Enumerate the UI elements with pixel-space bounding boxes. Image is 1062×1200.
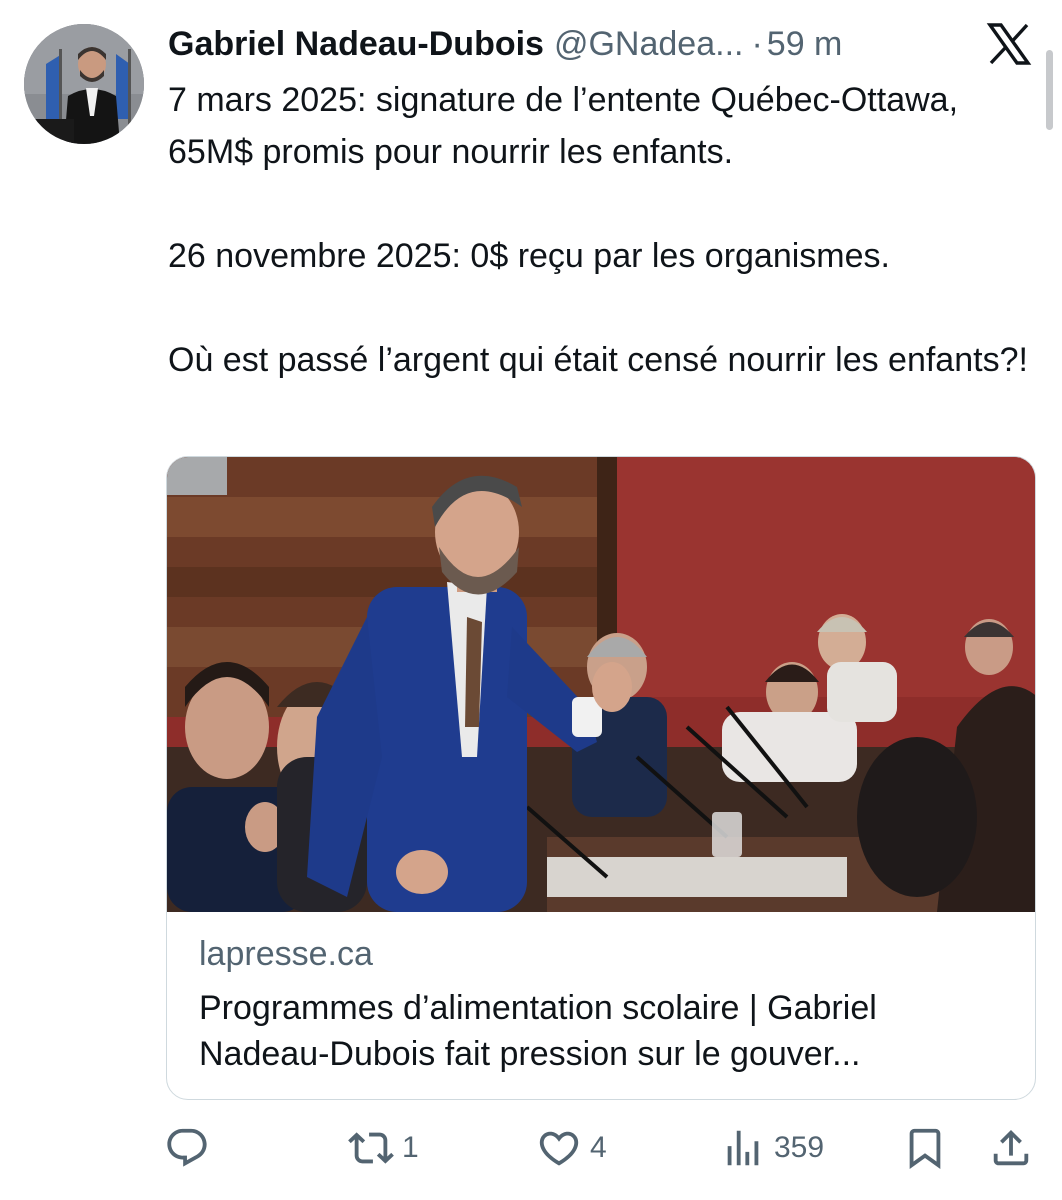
tweet-text: 7 mars 2025: signature de l’entente Québ…: [168, 74, 1038, 386]
like-count: 4: [590, 1131, 607, 1164]
tweet-paragraph: 26 novembre 2025: 0$ reçu par les organi…: [168, 237, 890, 275]
retweet-count: 1: [402, 1131, 419, 1164]
share-button[interactable]: [988, 1118, 1034, 1178]
retweet-button[interactable]: 1: [348, 1118, 419, 1178]
heart-icon: [539, 1131, 579, 1166]
link-preview-card[interactable]: lapresse.ca Programmes d’alimentation sc…: [166, 456, 1036, 1100]
action-bar: 1 4 359: [0, 1118, 1062, 1178]
card-title: Programmes d’alimentation scolaire | Gab…: [199, 989, 877, 1073]
tweet-timestamp[interactable]: 59 m: [767, 25, 843, 64]
card-image[interactable]: [167, 457, 1035, 912]
x-logo-icon: [985, 20, 1033, 68]
scrollbar[interactable]: [1046, 50, 1053, 130]
like-button[interactable]: 4: [536, 1118, 607, 1178]
author-name[interactable]: Gabriel Nadeau-Dubois: [168, 25, 544, 64]
views-button[interactable]: 359: [720, 1118, 824, 1178]
retweet-icon: [348, 1132, 394, 1164]
card-domain: lapresse.ca: [199, 935, 373, 973]
author-avatar[interactable]: [24, 24, 144, 144]
tweet-paragraph: Où est passé l’argent qui était censé no…: [168, 341, 1028, 379]
author-handle[interactable]: @GNadea...: [554, 25, 744, 64]
share-icon: [993, 1129, 1029, 1166]
header-separator: ·: [751, 24, 763, 63]
reply-button[interactable]: [164, 1118, 210, 1178]
views-count: 359: [774, 1131, 825, 1164]
tweet-header: Gabriel Nadeau-Dubois @GNadea... · 59 m: [168, 22, 842, 66]
tweet-paragraph: 7 mars 2025: signature de l’entente Québ…: [168, 81, 959, 171]
bookmark-button[interactable]: [902, 1118, 948, 1178]
reply-icon: [167, 1128, 207, 1167]
bookmark-icon: [909, 1128, 941, 1169]
avatar-photo: [24, 24, 144, 144]
analytics-icon: [727, 1130, 759, 1166]
